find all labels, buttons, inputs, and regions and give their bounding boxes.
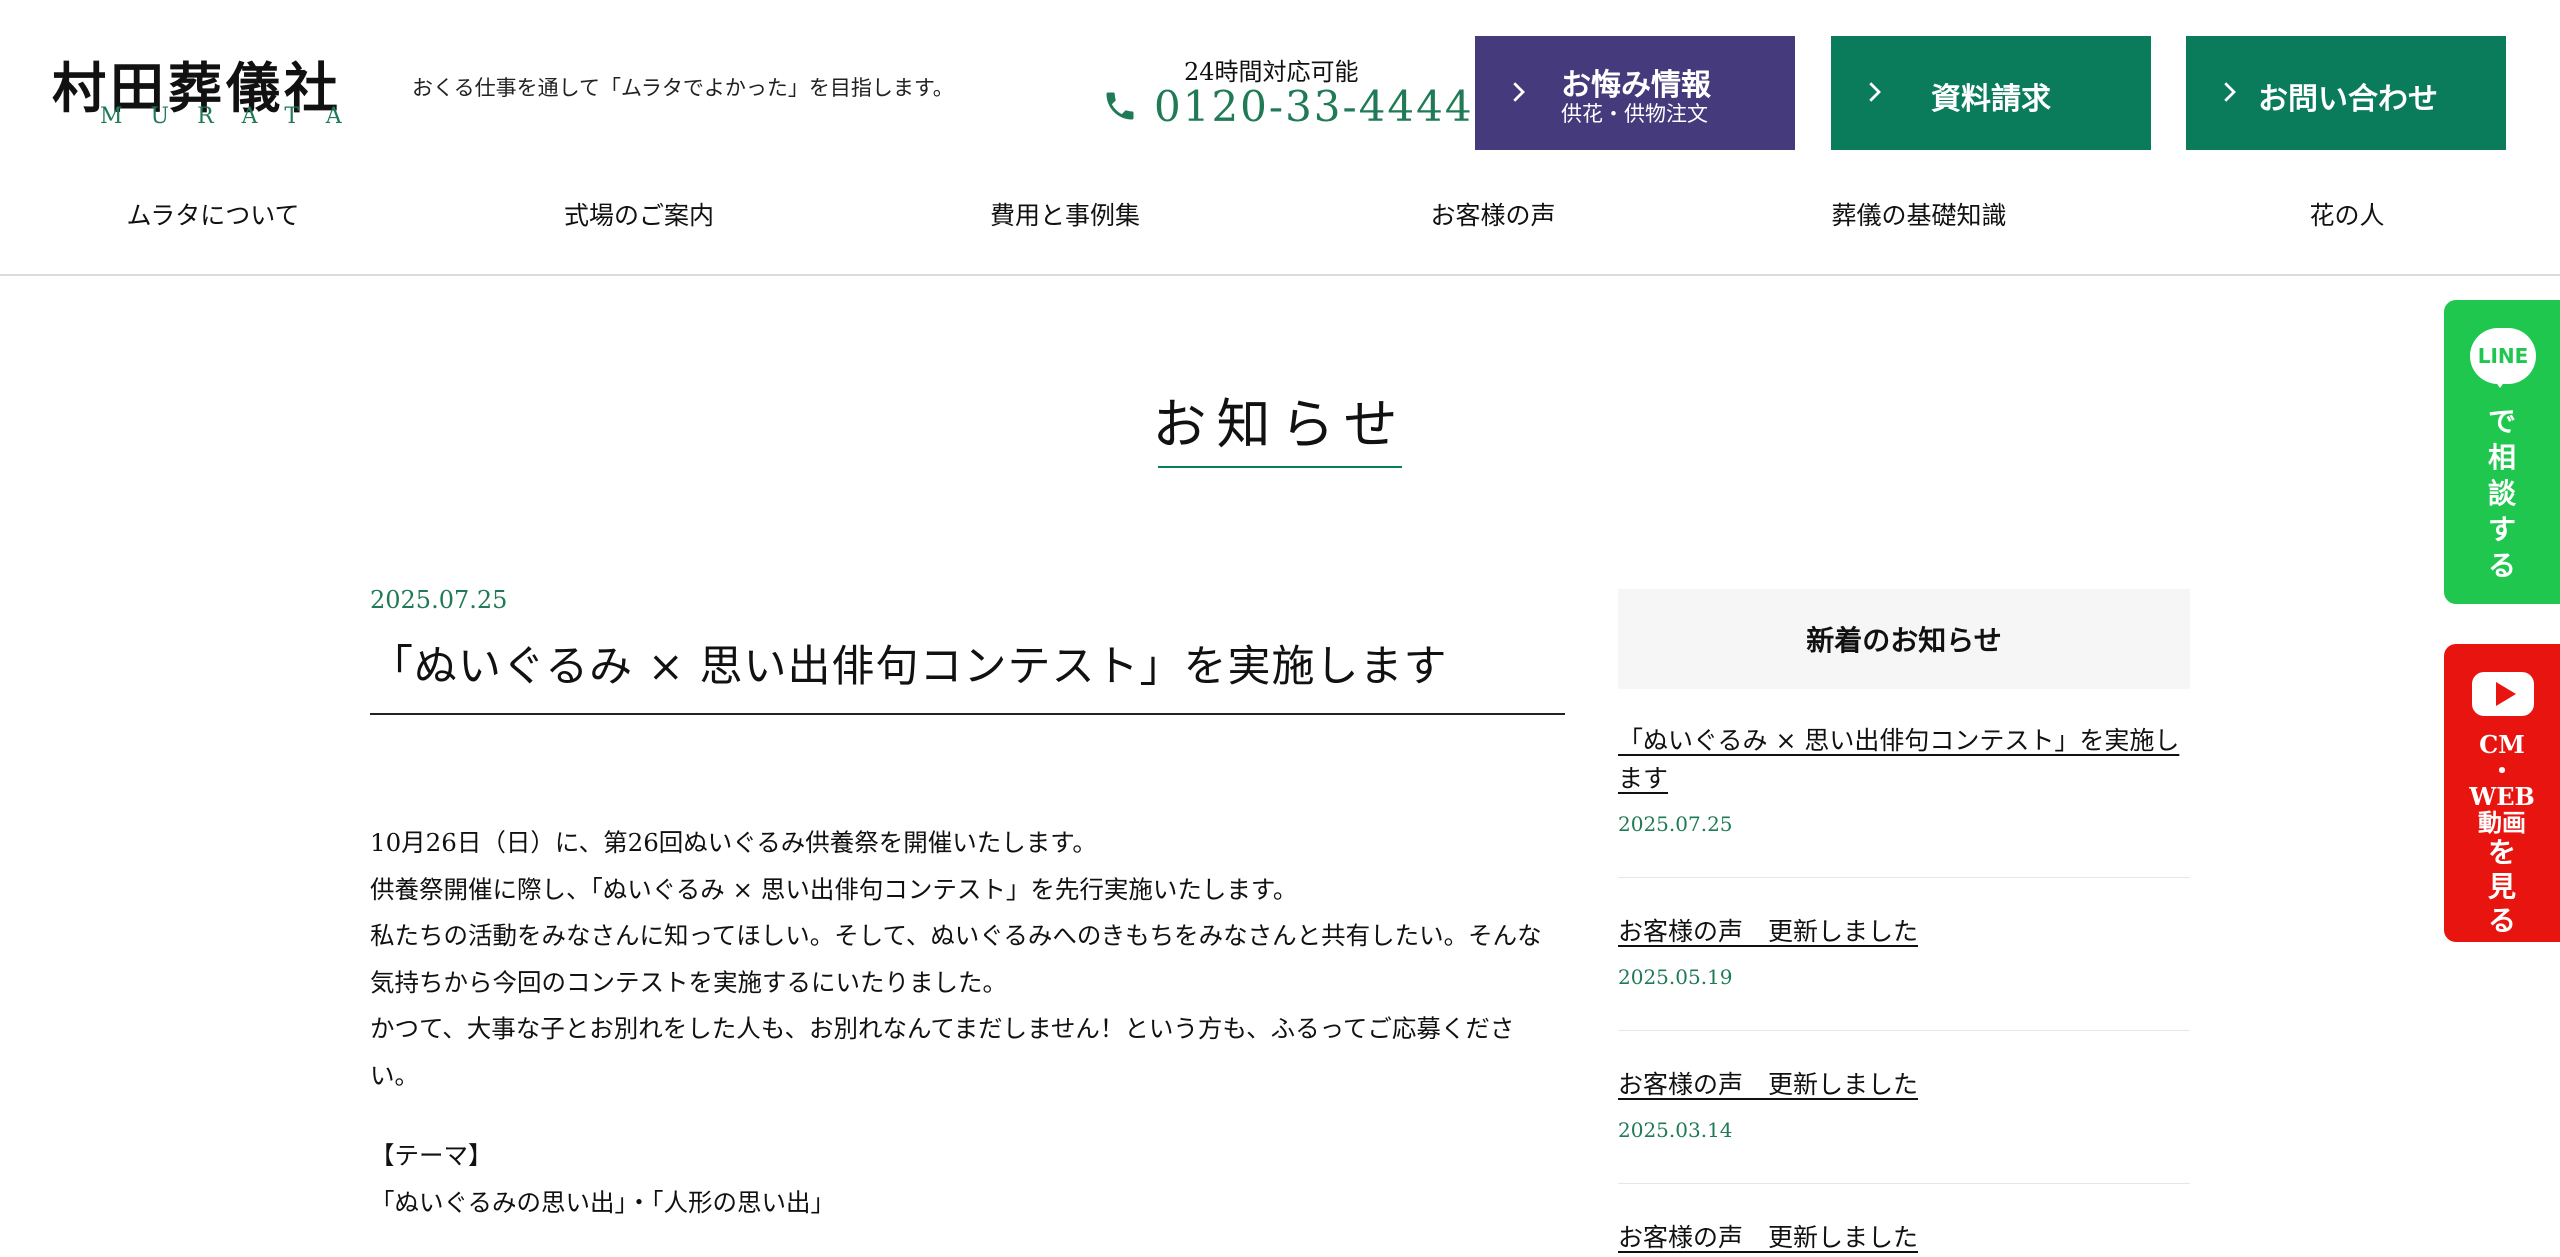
request-materials-label: 資料請求: [1931, 82, 2051, 117]
nav-item-basics[interactable]: 葬儀の基礎知識: [1706, 196, 2132, 232]
news-item-link[interactable]: お客様の声 更新しました: [1618, 913, 2190, 951]
article-paragraph: 供養祭開催に際し、「ぬいぐるみ × 思い出俳句コンテスト」を先行実施いたします。: [370, 874, 1298, 904]
news-item-link[interactable]: 「ぬいぐるみ × 思い出俳句コンテスト」を実施し ます: [1618, 722, 2190, 798]
article-body: 10月26日（日）に、第26回ぬいぐるみ供養祭を開催いたします。 供養祭開催に際…: [370, 820, 1570, 1226]
theme-heading: 【テーマ】: [370, 1141, 493, 1170]
news-item-date: 2025.03.14: [1618, 1118, 1733, 1142]
site-header: 村田葬儀社 MURATA おくる仕事を通して「ムラタでよかった」を目指します。 …: [0, 0, 2560, 276]
line-consult-label: で 相 談 す る: [2487, 405, 2516, 582]
phone-number: 0120-33-4444: [1154, 82, 1474, 131]
chevron-right-icon: [1869, 82, 1881, 102]
news-item-title: 「ぬいぐるみ × 思い出俳句コンテスト」を実施し: [1618, 726, 2180, 755]
article-paragraph: かつて、大事な子とお別れをした人も、お別れなんてまだしません！という方も、ふるっ…: [370, 1014, 1515, 1043]
news-item-title: ます: [1618, 764, 1669, 793]
chevron-right-icon: [2224, 82, 2236, 102]
nav-item-about[interactable]: ムラタについて: [0, 196, 426, 232]
news-list-item: お客様の声 更新しました 2025.05.19: [1618, 913, 2190, 989]
nav-item-flowers[interactable]: 花の人: [2134, 196, 2560, 232]
nav-item-halls[interactable]: 式場のご案内: [426, 196, 852, 232]
theme-text: 「ぬいぐるみの思い出」・「人形の思い出」: [370, 1187, 836, 1217]
article-paragraph: 私たちの活動をみなさんに知ってほしい。そして、ぬいぐるみへのきもちをみなさんと共…: [370, 921, 1542, 950]
article-divider: [370, 713, 1565, 715]
news-item-date: 2025.07.25: [1618, 812, 1733, 836]
condolence-info-button[interactable]: お悔み情報 供花・供物注文: [1475, 36, 1795, 150]
news-list-item: お客様の声 更新しました 2025.03.14: [1618, 1066, 2190, 1142]
news-item-date: 2025.05.19: [1618, 965, 1733, 989]
contact-label: お問い合わせ: [2258, 82, 2438, 117]
news-item-link[interactable]: お客様の声 更新しました: [1618, 1219, 2190, 1257]
tagline: おくる仕事を通して「ムラタでよかった」を目指します。: [412, 76, 954, 100]
article-paragraph: い。: [370, 1060, 419, 1090]
news-separator: [1618, 1030, 2190, 1031]
news-separator: [1618, 877, 2190, 878]
news-item-link[interactable]: お客様の声 更新しました: [1618, 1066, 2190, 1104]
line-icon-text: LINE: [2477, 344, 2529, 368]
play-icon: [2496, 682, 2516, 706]
condolence-info-sublabel: 供花・供物注文: [1561, 102, 1708, 126]
title-underline: [1158, 466, 1402, 468]
article-paragraph: 10月26日（日）に、第26回ぬいぐるみ供養祭を開催いたします。: [370, 828, 1097, 857]
contact-button[interactable]: お問い合わせ: [2186, 36, 2506, 150]
youtube-video-tab[interactable]: CM ・ WEB 動画 を 見 る: [2444, 644, 2560, 942]
nav-item-voices[interactable]: お客様の声: [1280, 196, 1706, 232]
nav-item-costs[interactable]: 費用と事例集: [852, 196, 1278, 232]
sidebar-heading-box: 新着のお知らせ: [1618, 589, 2190, 689]
article-title: 「ぬいぐるみ × 思い出俳句コンテスト」を実施します: [370, 642, 1448, 692]
chevron-right-icon: [1513, 82, 1525, 102]
news-list-item: 「ぬいぐるみ × 思い出俳句コンテスト」を実施し ます 2025.07.25: [1618, 722, 2190, 836]
global-nav: ムラタについて 式場のご案内 費用と事例集 お客様の声 葬儀の基礎知識 花の人: [0, 196, 2560, 240]
logo[interactable]: 村田葬儀社 MURATA: [52, 44, 372, 134]
page-title: お知らせ: [1152, 393, 1408, 456]
phone-icon: [1106, 92, 1134, 120]
article-date: 2025.07.25: [370, 586, 508, 614]
line-consult-tab[interactable]: LINE で 相 談 す る: [2444, 300, 2560, 604]
sidebar-heading: 新着のお知らせ: [1806, 624, 2002, 657]
logo-sub-text: MURATA: [100, 104, 370, 129]
request-materials-button[interactable]: 資料請求: [1831, 36, 2151, 150]
news-separator: [1618, 1183, 2190, 1184]
phone-contact[interactable]: 24時間対応可能 0120-33-4444: [1098, 50, 1472, 131]
article-paragraph: 気持ちから今回のコンテストを実施するにいたりました。: [370, 967, 1007, 997]
news-list-item: お客様の声 更新しました: [1618, 1219, 2190, 1257]
youtube-label: CM ・ WEB 動画 を 見 る: [2469, 730, 2535, 938]
